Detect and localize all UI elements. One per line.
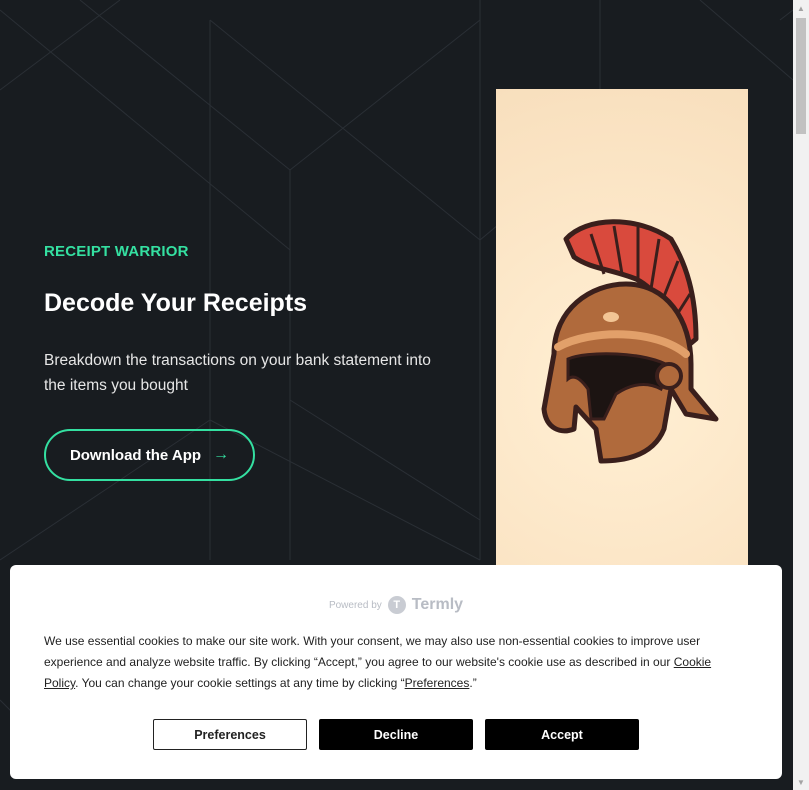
scrollbar-thumb[interactable] (796, 18, 806, 134)
hero-eyebrow: RECEIPT WARRIOR (44, 243, 189, 260)
scroll-up-arrow-icon[interactable]: ▲ (793, 0, 809, 16)
cookie-text-part-2: . You can change your cookie settings at… (75, 676, 405, 690)
hero-description: Breakdown the transactions on your bank … (44, 352, 431, 394)
powered-by-termly: Powered by T Termly (10, 596, 782, 614)
cookie-consent-banner: Powered by T Termly We use essential coo… (10, 565, 782, 779)
download-app-label: Download the App (69, 446, 202, 464)
spartan-helmet-illustration (496, 89, 748, 569)
powered-by-label: Powered by (328, 599, 382, 611)
cookie-text-part-3: .” (469, 676, 477, 690)
cookie-text-part-1: We use essential cookies to make our sit… (44, 634, 701, 669)
preferences-link[interactable]: Preferences (405, 676, 470, 690)
decline-button[interactable]: Decline (319, 719, 473, 750)
arrow-right-icon: → (213, 446, 230, 463)
cookie-consent-text: We use essential cookies to make our sit… (44, 631, 744, 694)
page-scrollbar[interactable]: ▲ ▼ (793, 0, 809, 790)
hero-title: Decode Your Receipts (44, 289, 308, 317)
scroll-down-arrow-icon[interactable]: ▼ (793, 774, 809, 790)
download-app-button[interactable]: Download the App → (44, 429, 255, 481)
termly-brand: Termly (411, 596, 464, 613)
accept-button[interactable]: Accept (485, 719, 639, 750)
termly-logo-icon: T (387, 596, 406, 614)
preferences-button[interactable]: Preferences (153, 719, 307, 750)
